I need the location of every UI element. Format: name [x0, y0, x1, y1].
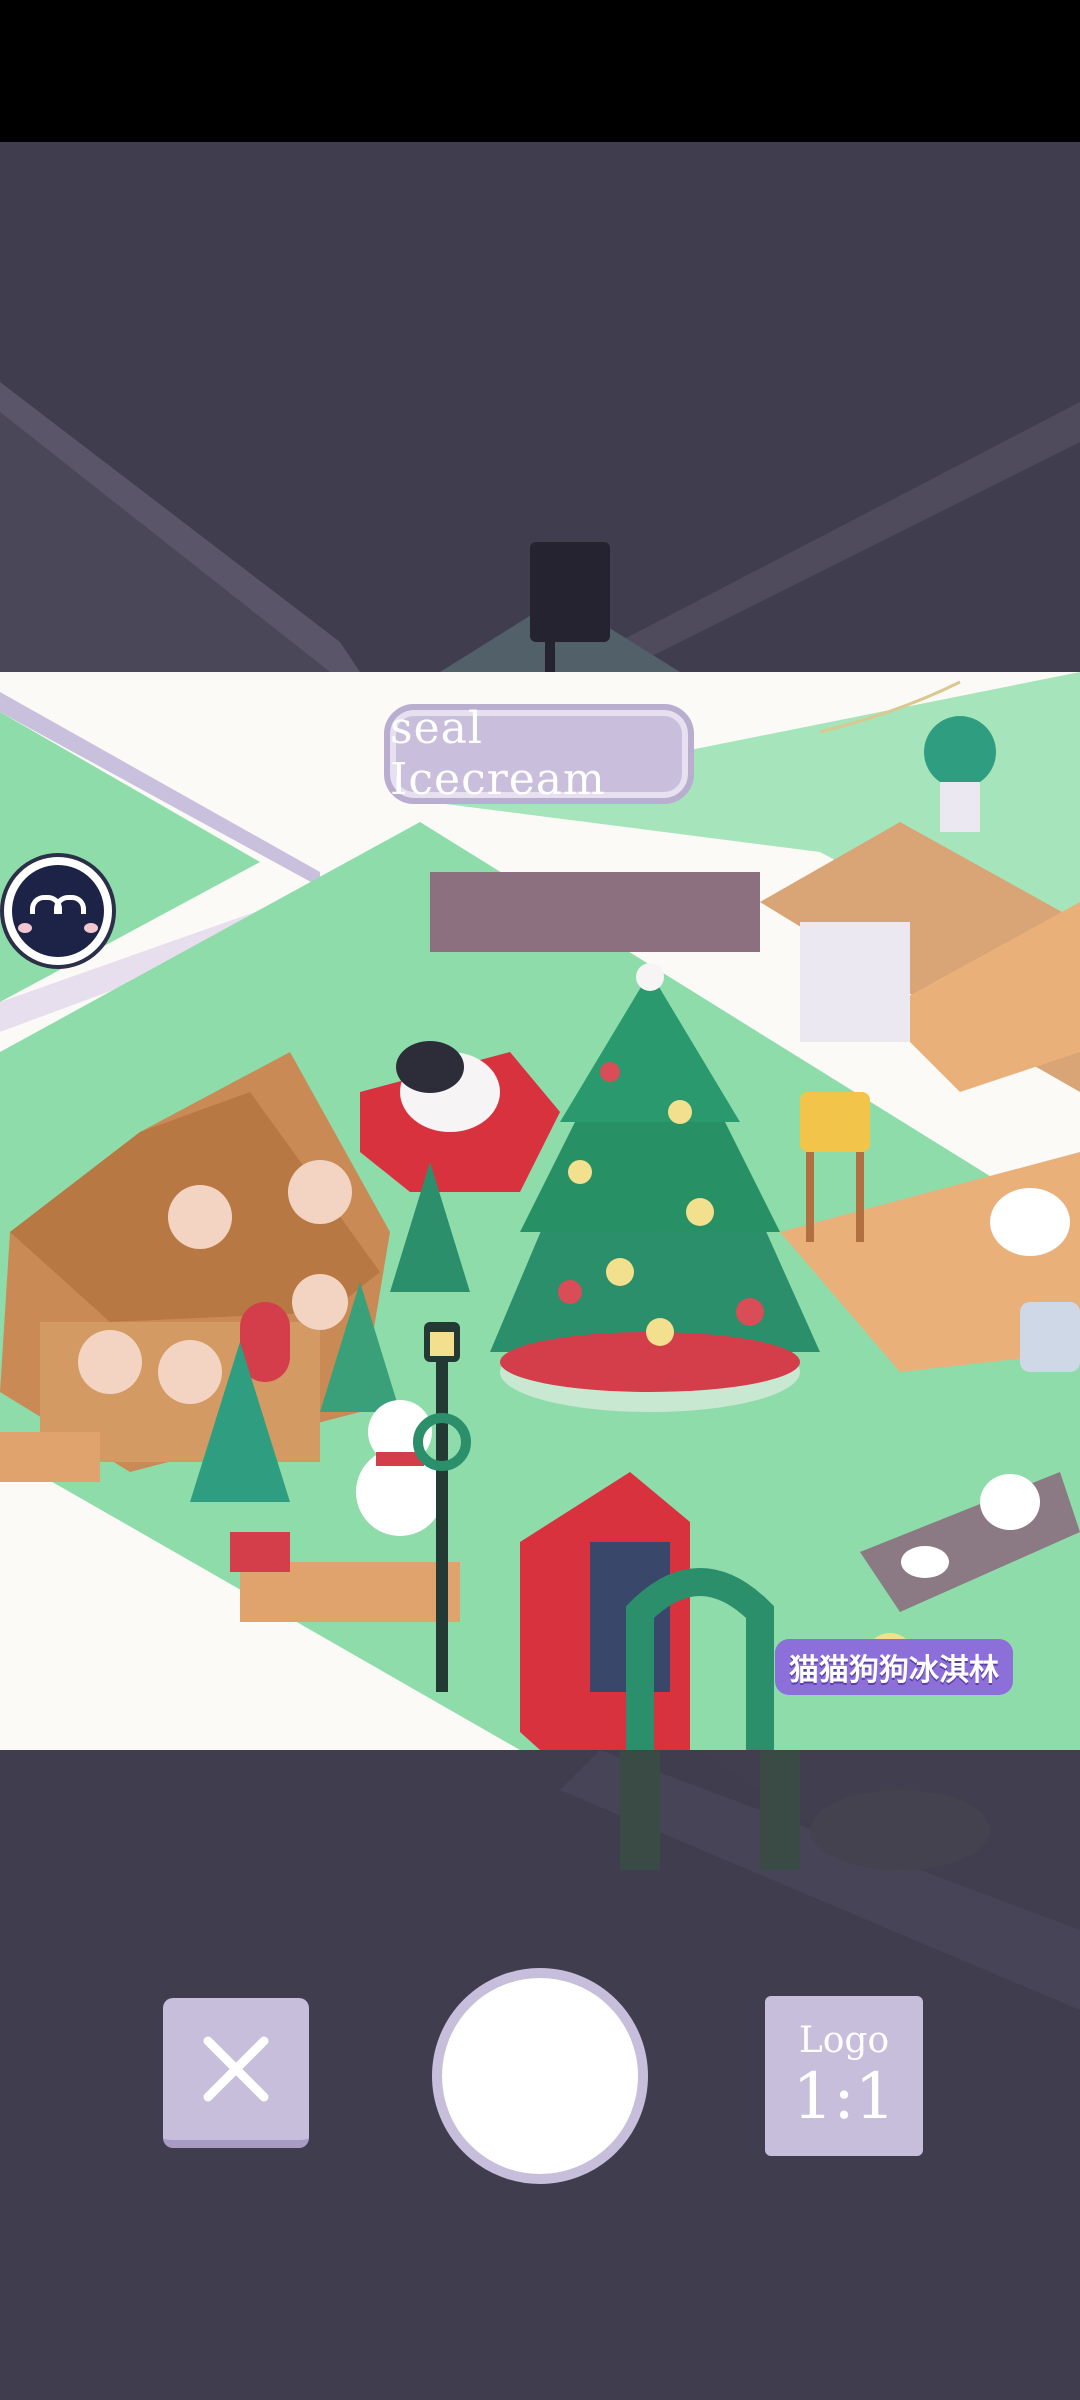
shop-banner: 猫猫狗狗冰淇林 [744, 1632, 1044, 1702]
close-button[interactable] [163, 1998, 309, 2148]
ratio-logo-label: Logo [798, 2020, 890, 2061]
shop-banner-text: 猫猫狗狗冰淇林 [775, 1639, 1013, 1695]
photo-preview [0, 672, 1080, 1750]
logo-ratio-button[interactable]: Logo 1:1 [765, 1996, 923, 2156]
status-bar [0, 0, 1080, 142]
dimmed-world-top [0, 142, 1080, 672]
shop-name-text: seal Icecream [390, 703, 606, 805]
player-avatar[interactable] [0, 853, 116, 969]
avatar-face-icon [12, 865, 104, 957]
shop-name-sign: seal Icecream [384, 703, 694, 805]
ratio-value: 1:1 [792, 2060, 896, 2134]
shutter-button[interactable] [432, 1968, 648, 2184]
close-icon [203, 2036, 269, 2102]
